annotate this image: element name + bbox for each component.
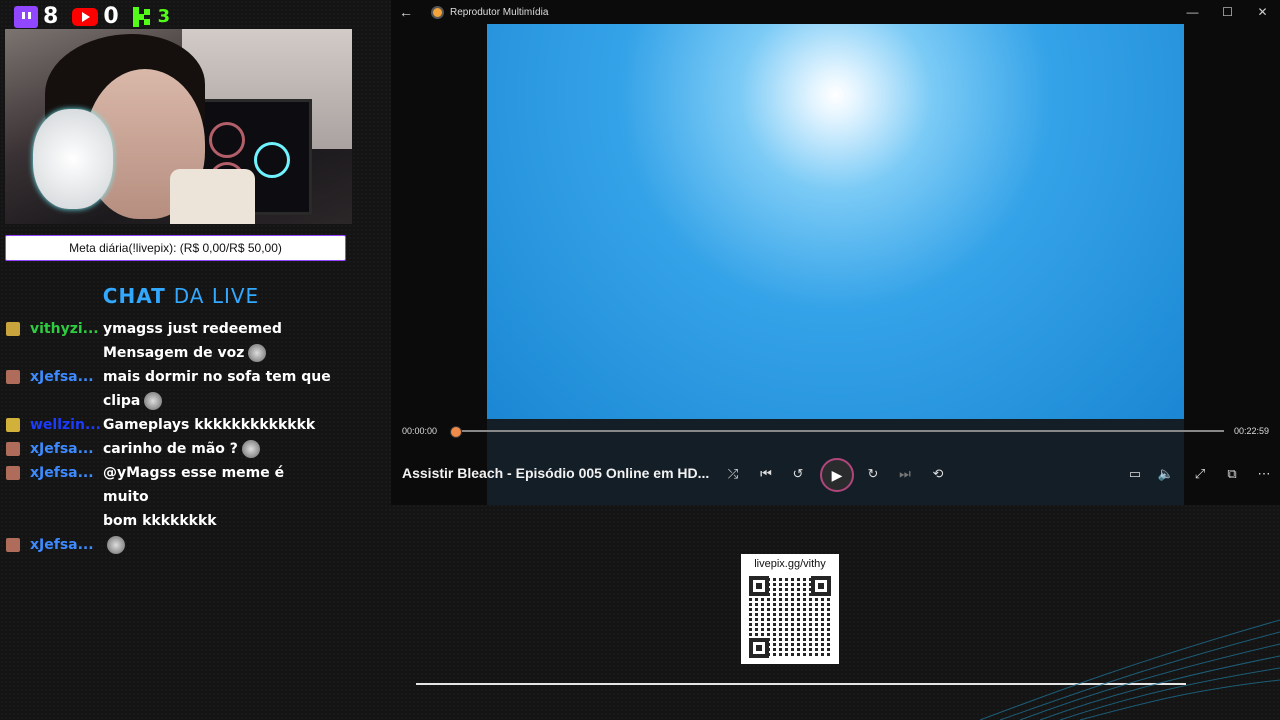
mug (170, 169, 255, 224)
chat-message: xJefsa... mais dormir no sofa tem que (0, 365, 370, 389)
donation-goal-bar: Meta diária(!livepix): (R$ 0,00/R$ 50,00… (5, 235, 346, 261)
chat-username[interactable] (30, 341, 103, 365)
media-player-app-icon (431, 5, 444, 19)
headset (33, 109, 113, 209)
user-badge-icon (6, 514, 20, 528)
chat-text: Mensagem de voz (103, 341, 333, 365)
twitch-viewer-count: 8 (43, 4, 59, 29)
chat-message: vithyzi... ymagss just redeemed (0, 317, 370, 341)
chat-title: CHAT DA LIVE (0, 284, 362, 308)
user-badge-icon (6, 418, 20, 432)
seek-handle[interactable] (450, 426, 462, 438)
title-bar: ← Reprodutor Multimídia — ☐ ✕ (391, 0, 1280, 24)
next-icon[interactable]: ⏭ (895, 466, 915, 482)
chat-text: mais dormir no sofa tem que (103, 369, 331, 385)
chat-message: Mensagem de voz (0, 341, 370, 365)
chat-list: vithyzi... ymagss just redeemed Mensagem d… (0, 317, 370, 557)
media-player-window: ← Reprodutor Multimídia — ☐ ✕ 00:00:00 0… (391, 0, 1280, 505)
chat-emote-icon (107, 536, 125, 554)
chat-text: Gameplays kkkkkkkkkkkkk (103, 417, 316, 433)
user-badge-icon (6, 394, 20, 408)
qr-label: livepix.gg/vithy (754, 558, 826, 570)
user-badge-icon (6, 370, 20, 384)
user-badge-icon (6, 466, 20, 480)
youtube-icon (72, 7, 99, 26)
chat-message: xJefsa... (0, 533, 370, 557)
chat-message: wellzin... Gameplays kkkkkkkkkkkkk (0, 413, 370, 437)
chat-username[interactable] (30, 389, 103, 413)
rewind-10-icon[interactable]: ↺ (788, 466, 808, 482)
repeat-off-icon[interactable]: ⟲ (928, 466, 948, 482)
fullscreen-icon[interactable]: ⤢ (1190, 466, 1210, 482)
kick-icon (132, 6, 153, 27)
webcam-feed (5, 29, 352, 224)
kick-viewer-count: 3 (157, 6, 171, 27)
chat-username[interactable]: xJefsa... (30, 533, 103, 557)
chat-username[interactable]: vithyzi... (30, 317, 103, 341)
chat-message: xJefsa... @yMagss esse meme é muito (0, 461, 370, 509)
chat-message: xJefsa... carinho de mão ? (0, 437, 370, 461)
play-icon: ▶ (831, 466, 843, 483)
user-badge-icon (6, 538, 20, 552)
mini-player-icon[interactable]: ⧉ (1222, 466, 1242, 482)
seek-bar[interactable] (454, 430, 1224, 432)
chat-text: carinho de mão ? (103, 437, 333, 461)
total-time: 00:22:59 (1233, 426, 1269, 436)
youtube-stat: 0 (72, 4, 119, 29)
close-button[interactable]: ✕ (1245, 0, 1280, 24)
user-badge-icon (6, 442, 20, 456)
chat-username[interactable] (30, 509, 103, 533)
twitch-icon (14, 5, 38, 28)
livepix-qr-card: livepix.gg/vithy (741, 554, 839, 664)
kick-stat: 3 (132, 6, 171, 27)
chat-username[interactable]: xJefsa... (30, 461, 103, 509)
chat-title-part1: CHAT (102, 284, 166, 308)
chat-text: clipa (103, 389, 333, 413)
maximize-button[interactable]: ☐ (1210, 0, 1245, 24)
current-time: 00:00:00 (402, 426, 438, 436)
youtube-viewer-count: 0 (103, 4, 119, 29)
play-button[interactable]: ▶ (820, 458, 854, 492)
chat-message: clipa (0, 389, 370, 413)
chat-title-part2: DA LIVE (173, 284, 260, 308)
chat-text: @yMagss esse meme é muito (103, 465, 285, 505)
decorative-waves (980, 619, 1280, 720)
user-badge-icon (6, 346, 20, 360)
more-options-icon[interactable]: ⋯ (1254, 466, 1274, 482)
shuffle-icon[interactable]: ⤮ (723, 466, 743, 482)
chat-username[interactable]: wellzin... (30, 413, 103, 437)
user-badge-icon (6, 322, 20, 336)
video-frame[interactable] (487, 24, 1184, 419)
platform-stats: 8 0 3 (14, 4, 170, 29)
chat-username[interactable]: xJefsa... (30, 437, 103, 461)
chat-message: bom kkkkkkkk (0, 509, 370, 533)
video-title: Assistir Bleach - Episódio 005 Online em… (402, 465, 710, 481)
subtitles-icon[interactable]: ▭ (1125, 466, 1145, 482)
volume-icon[interactable]: 🔈 (1156, 466, 1176, 482)
chat-emote-icon (248, 344, 267, 362)
forward-30-icon[interactable]: ↻ (863, 466, 883, 482)
twitch-stat: 8 (14, 4, 58, 29)
qr-code (749, 576, 831, 658)
chat-text: bom kkkkkkkk (103, 513, 217, 529)
chat-text (103, 533, 333, 557)
back-arrow-icon[interactable]: ← (391, 4, 421, 20)
app-title: Reprodutor Multimídia (450, 6, 549, 18)
minimize-button[interactable]: — (1175, 0, 1210, 24)
previous-icon[interactable]: ⏮ (756, 466, 776, 482)
chat-username[interactable]: xJefsa... (30, 365, 103, 389)
chat-emote-icon (241, 440, 260, 458)
chat-emote-icon (144, 392, 163, 410)
chat-text: ymagss just redeemed (103, 321, 282, 337)
